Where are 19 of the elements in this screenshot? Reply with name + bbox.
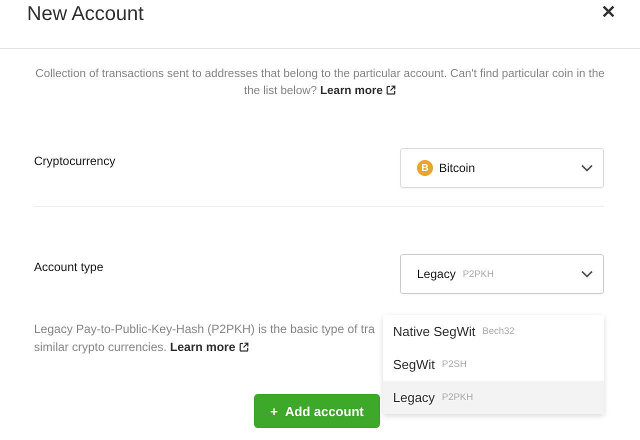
dropdown-option[interactable]: SegWit P2SH: [383, 348, 604, 381]
coin-icon: B: [417, 160, 433, 176]
account-type-select[interactable]: Legacy P2PKH: [400, 254, 604, 294]
external-link-icon: [386, 85, 396, 95]
learn-more-link[interactable]: Learn more: [320, 85, 396, 97]
chevron-down-icon: [581, 164, 593, 172]
external-link-icon: [238, 342, 249, 352]
intro-text: Collection of transactions sent to addresses that belong to the particular account. Can't find particular coin in the the list below? Learn more: [35, 67, 605, 99]
cryptocurrency-select[interactable]: B Bitcoin: [400, 148, 604, 188]
close-button[interactable]: ✕: [601, 1, 616, 23]
dropdown-option[interactable]: Native SegWit Bech32: [383, 315, 604, 348]
field-label: Account type: [34, 260, 104, 274]
description-text: Legacy Pay-to-Public-Key-Hash (P2PKH) is the basic type of tra: [34, 321, 376, 338]
field-label: Cryptocurrency: [34, 154, 116, 168]
description-text: similar crypto currencies.: [34, 340, 167, 354]
dialog-title: New Account: [27, 3, 144, 26]
chevron-down-icon: [581, 270, 593, 278]
dropdown-option[interactable]: Legacy P2PKH: [383, 381, 604, 414]
learn-more-link[interactable]: Learn more: [170, 340, 249, 354]
